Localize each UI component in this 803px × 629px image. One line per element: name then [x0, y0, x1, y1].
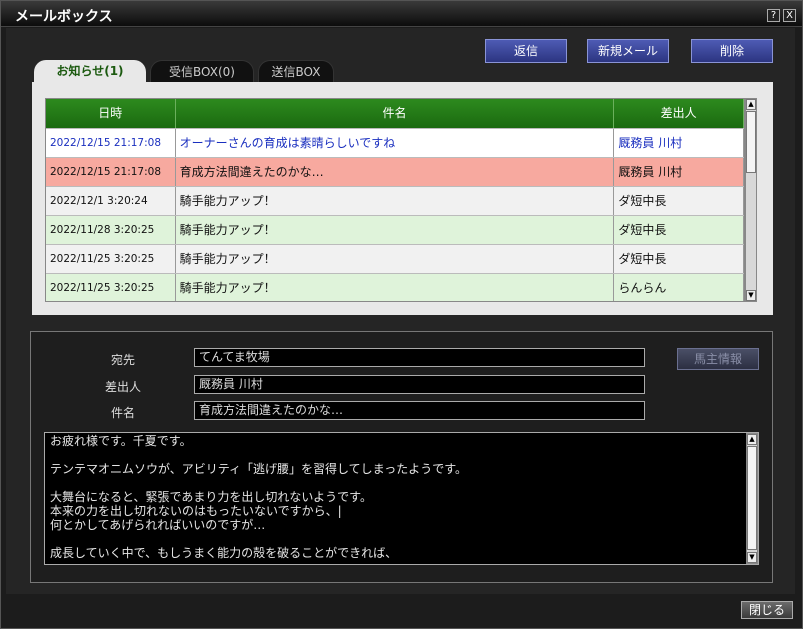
- row-subject: 騎手能力アップ！: [176, 274, 615, 301]
- reply-button[interactable]: 返信: [485, 39, 567, 63]
- message-list-panel: 日時 件名 差出人 2022/12/15 21:17:08 オーナーさんの育成は…: [32, 82, 773, 315]
- column-sender[interactable]: 差出人: [614, 99, 744, 128]
- help-icon[interactable]: ?: [767, 9, 780, 22]
- new-mail-button[interactable]: 新規メール: [587, 39, 669, 63]
- scroll-up-icon[interactable]: ▲: [746, 99, 756, 110]
- message-body-text: お疲れ様です。千夏です。 テンテマオニムソウが、アビリティ「逃げ腰」を習得してし…: [50, 434, 468, 560]
- scroll-thumb[interactable]: [747, 446, 757, 550]
- column-date[interactable]: 日時: [46, 99, 176, 128]
- subject-label: 件名: [110, 406, 135, 420]
- row-date: 2022/11/28 3:20:25: [46, 216, 176, 244]
- column-subject[interactable]: 件名: [176, 99, 615, 128]
- table-row[interactable]: 2022/11/28 3:20:25 騎手能力アップ！ ダ短中長: [46, 215, 744, 244]
- window-title: メールボックス: [15, 9, 113, 25]
- message-body[interactable]: お疲れ様です。千夏です。 テンテマオニムソウが、アビリティ「逃げ腰」を習得してし…: [44, 432, 759, 565]
- close-icon[interactable]: X: [783, 9, 796, 22]
- subject-field: 育成方法間違えたのかな…: [194, 401, 645, 420]
- row-subject: オーナーさんの育成は素晴らしいですね: [176, 129, 615, 157]
- table-row-selected[interactable]: 2022/12/15 21:17:08 育成方法間違えたのかな… 厩務員 川村: [46, 157, 744, 186]
- table-row[interactable]: 2022/12/1 3:20:24 騎手能力アップ！ ダ短中長: [46, 186, 744, 215]
- row-date: 2022/12/15 21:17:08: [46, 129, 176, 157]
- title-bar: メールボックス ? X: [1, 1, 802, 27]
- table-row[interactable]: 2022/12/15 21:17:08 オーナーさんの育成は素晴らしいですね 厩…: [46, 128, 744, 157]
- scroll-down-icon[interactable]: ▼: [747, 552, 757, 563]
- tab-inbox[interactable]: 受信BOX(0): [150, 60, 254, 82]
- row-subject: 騎手能力アップ！: [176, 216, 615, 244]
- scroll-thumb[interactable]: [746, 111, 756, 173]
- tab-outbox[interactable]: 送信BOX: [258, 60, 334, 82]
- row-subject: 騎手能力アップ！: [176, 187, 615, 215]
- row-date: 2022/11/25 3:20:25: [46, 274, 176, 301]
- row-date: 2022/12/1 3:20:24: [46, 187, 176, 215]
- row-sender: 厩務員 川村: [614, 129, 744, 157]
- message-table: 日時 件名 差出人 2022/12/15 21:17:08 オーナーさんの育成は…: [45, 98, 745, 302]
- tab-notices[interactable]: お知らせ(1): [34, 60, 146, 82]
- table-row[interactable]: 2022/11/25 3:20:25 騎手能力アップ！ らんらん: [46, 273, 744, 301]
- close-button[interactable]: 閉じる: [741, 601, 793, 619]
- row-sender: ダ短中長: [614, 187, 744, 215]
- scroll-down-icon[interactable]: ▼: [746, 290, 756, 301]
- scroll-up-icon[interactable]: ▲: [747, 434, 757, 445]
- row-date: 2022/11/25 3:20:25: [46, 245, 176, 273]
- delete-button[interactable]: 削除: [691, 39, 773, 63]
- table-row[interactable]: 2022/11/25 3:20:25 騎手能力アップ！ ダ短中長: [46, 244, 744, 273]
- table-header: 日時 件名 差出人: [46, 99, 744, 128]
- row-sender: ダ短中長: [614, 216, 744, 244]
- row-subject: 育成方法間違えたのかな…: [176, 158, 615, 186]
- from-label: 差出人: [104, 380, 141, 394]
- row-sender: 厩務員 川村: [614, 158, 744, 186]
- from-field: 厩務員 川村: [194, 375, 645, 394]
- to-field: てんてま牧場: [194, 348, 645, 367]
- row-date: 2022/12/15 21:17:08: [46, 158, 176, 186]
- row-sender: らんらん: [614, 274, 744, 301]
- row-sender: ダ短中長: [614, 245, 744, 273]
- to-label: 宛先: [110, 353, 135, 367]
- owner-info-button[interactable]: 馬主情報: [677, 348, 759, 370]
- row-subject: 騎手能力アップ！: [176, 245, 615, 273]
- list-scrollbar[interactable]: ▲ ▼: [745, 98, 757, 302]
- body-scrollbar[interactable]: ▲ ▼: [746, 433, 758, 564]
